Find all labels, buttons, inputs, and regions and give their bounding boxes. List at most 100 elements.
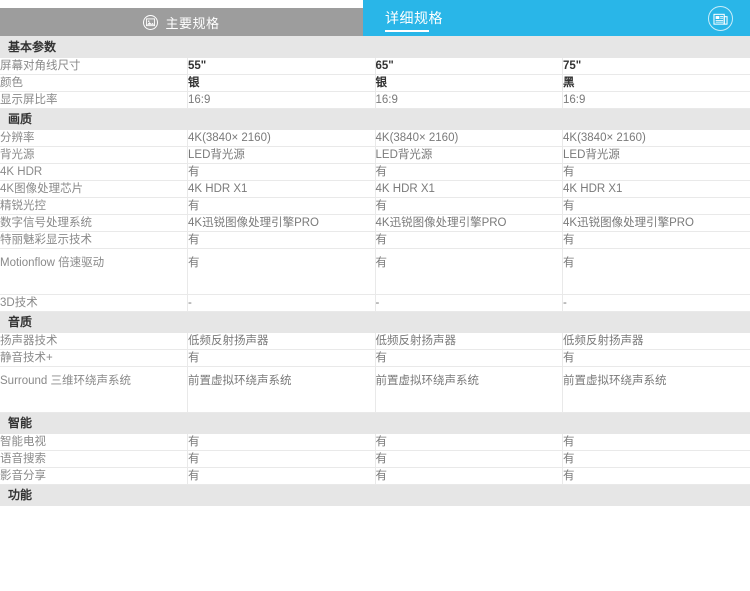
table-row: 影音分享有有有: [0, 467, 750, 485]
table-row: 静音技术+ 有有有: [0, 349, 750, 367]
spec-row-value: LED背光源: [187, 146, 376, 164]
spec-row-value: 有: [375, 163, 563, 181]
spec-section-title: 音质: [0, 311, 750, 333]
spec-table-body: 基本参数 屏幕对角线尺寸 55" 65" 75" 颜色银银黑显示屏比率 16:9 16:9 16…: [0, 36, 750, 506]
tab-main-specs[interactable]: 主要规格: [0, 8, 363, 36]
spec-row-value: -: [375, 294, 563, 312]
spec-row-label: 颜色: [0, 74, 188, 92]
spec-row-value: 16:9: [375, 91, 563, 109]
spec-row-value: 4K迅锐图像处理引擎PRO: [187, 214, 376, 232]
spec-row-label: 扬声器技术: [0, 332, 188, 350]
tab-detail-specs-label: 详细规格: [385, 10, 443, 26]
spec-row-value: 4K HDR X1: [187, 180, 376, 198]
spec-row-value: 有: [375, 467, 563, 485]
spec-row-value: 有: [562, 467, 750, 485]
spec-row-value: 16:9: [562, 91, 750, 109]
spec-row-value: 有: [187, 163, 376, 181]
spec-section-header: 画质: [0, 108, 750, 130]
spec-row-label: 分辨率: [0, 129, 188, 147]
spec-tab-bar: 主要规格 详细规格: [0, 0, 750, 36]
spec-row-value: -: [562, 294, 750, 312]
table-row: Motionflow 倍速驱动有有有: [0, 248, 750, 295]
spec-row-label: 3D技术: [0, 294, 188, 312]
picture-icon: [143, 14, 159, 30]
spec-row-value: 低频反射扬声器: [562, 332, 750, 350]
spec-row-value: LED背光源: [375, 146, 563, 164]
spec-row-value: 有: [375, 231, 563, 249]
spec-row-value: 4K HDR X1: [375, 180, 563, 198]
spec-row-value: 65": [375, 57, 563, 75]
spec-row-label: 语音搜索: [0, 450, 188, 468]
spec-section-title: 画质: [0, 108, 750, 130]
newspaper-icon[interactable]: [708, 6, 733, 31]
spec-row-value: 有: [562, 450, 750, 468]
spec-row-value: 有: [562, 231, 750, 249]
spec-row-value: 黑: [562, 74, 750, 92]
table-row: 精锐光控有有有: [0, 197, 750, 215]
tab-main-specs-label: 主要规格: [165, 15, 220, 31]
spec-section-title: 功能: [0, 484, 750, 506]
table-row: 屏幕对角线尺寸 55" 65" 75": [0, 57, 750, 75]
spec-row-value: 4K(3840× 2160): [562, 129, 750, 147]
spec-row-label: 特丽魅彩显示技术: [0, 231, 188, 249]
spec-row-value: 4K(3840× 2160): [375, 129, 563, 147]
spec-row-label: Motionflow 倍速驱动: [0, 248, 188, 295]
spec-row-value: 有: [375, 248, 563, 295]
table-row: 扬声器技术 低频反射扬声器 低频反射扬声器 低频反射扬声器: [0, 332, 750, 350]
table-row: 3D技术 - - -: [0, 294, 750, 312]
table-row: 智能电视有有有: [0, 433, 750, 451]
spec-section-title: 智能: [0, 412, 750, 434]
specification-table: 基本参数 屏幕对角线尺寸 55" 65" 75" 颜色银银黑显示屏比率 16:9 16:9 16…: [0, 36, 750, 506]
spec-row-value: 4K HDR X1: [562, 180, 750, 198]
spec-row-value: LED背光源: [562, 146, 750, 164]
spec-row-value: 前置虚拟环绕声系统: [375, 366, 563, 413]
spec-row-value: 低频反射扬声器: [375, 332, 563, 350]
spec-row-value: 55": [187, 57, 376, 75]
spec-row-value: 前置虚拟环绕声系统: [562, 366, 750, 413]
spec-row-value: 有: [375, 433, 563, 451]
spec-row-value: 有: [562, 163, 750, 181]
spec-section-header: 智能: [0, 412, 750, 434]
spec-row-value: 有: [562, 248, 750, 295]
spec-row-value: 有: [562, 433, 750, 451]
active-tab-underline: [385, 30, 429, 32]
spec-row-value: 4K(3840× 2160): [187, 129, 376, 147]
spec-row-value: 有: [562, 197, 750, 215]
spec-row-value: 有: [187, 467, 376, 485]
spec-row-label: 影音分享: [0, 467, 188, 485]
spec-row-label: 数字信号处理系统: [0, 214, 188, 232]
table-row: 4K图像处理芯片 4K HDR X1 4K HDR X1 4K HDR X1: [0, 180, 750, 198]
spec-row-value: 有: [187, 450, 376, 468]
table-row: 显示屏比率 16:9 16:9 16:9: [0, 91, 750, 109]
table-row: 分辨率 4K(3840× 2160) 4K(3840× 2160) 4K(3840× …: [0, 129, 750, 147]
spec-row-value: 有: [562, 349, 750, 367]
spec-row-label: 4K图像处理芯片: [0, 180, 188, 198]
table-row: 背光源 LED背光源 LED背光源 LED背光源: [0, 146, 750, 164]
spec-row-value: 有: [187, 248, 376, 295]
spec-row-value: 低频反射扬声器: [187, 332, 376, 350]
table-row: 特丽魅彩显示技术有有有: [0, 231, 750, 249]
spec-row-value: 有: [187, 349, 376, 367]
spec-row-value: 有: [187, 197, 376, 215]
spec-row-value: 16:9: [187, 91, 376, 109]
spec-row-label: 智能电视: [0, 433, 188, 451]
spec-section-header: 音质: [0, 311, 750, 333]
spec-row-value: -: [187, 294, 376, 312]
spec-row-label: 4K HDR: [0, 163, 188, 181]
spec-section-header: 基本参数: [0, 36, 750, 58]
spec-row-label: 精锐光控: [0, 197, 188, 215]
spec-row-value: 有: [375, 450, 563, 468]
table-row: 颜色银银黑: [0, 74, 750, 92]
spec-row-value: 有: [375, 197, 563, 215]
spec-row-label: Surround 三维环绕声系统: [0, 366, 188, 413]
spec-section-header: 功能: [0, 484, 750, 506]
spec-row-label: 显示屏比率: [0, 91, 188, 109]
spec-section-title: 基本参数: [0, 36, 750, 58]
spec-row-value: 4K迅锐图像处理引擎PRO: [375, 214, 563, 232]
table-row: 语音搜索有有有: [0, 450, 750, 468]
table-row: Surround 三维环绕声系统 前置虚拟环绕声系统 前置虚拟环绕声系统 前置虚拟环绕…: [0, 366, 750, 413]
spec-row-value: 银: [375, 74, 563, 92]
table-row: 数字信号处理系统 4K迅锐图像处理引擎PRO 4K迅锐图像处理引擎PRO 4K迅锐图像…: [0, 214, 750, 232]
spec-row-value: 有: [187, 231, 376, 249]
table-row: 4K HDR 有有有: [0, 163, 750, 181]
